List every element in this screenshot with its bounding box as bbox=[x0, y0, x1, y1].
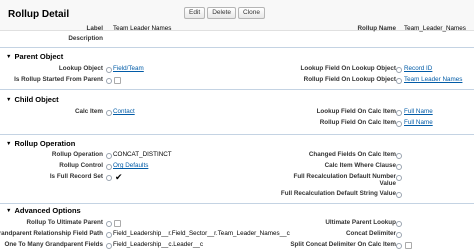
rollup-control-label: Rollup Control bbox=[59, 162, 103, 169]
section-header-child-object[interactable]: ▼ Child Object bbox=[6, 95, 59, 105]
split-concat-delimiter-checkbox bbox=[405, 242, 412, 249]
one-to-many-grandparent-fields-value: Field_Leadership__c.Leader__c bbox=[113, 241, 203, 248]
info-icon[interactable] bbox=[396, 164, 402, 170]
calc-item-label: Calc Item bbox=[75, 108, 103, 115]
rollup-field-on-calc-item-value: Full Name bbox=[404, 118, 433, 128]
field-row-rollup-to-ultimate-parent: Rollup To Ultimate Parent Ultimate Paren… bbox=[0, 218, 474, 228]
description-label: Description bbox=[68, 35, 103, 42]
section-divider bbox=[0, 89, 474, 90]
info-icon[interactable] bbox=[106, 243, 112, 249]
field-row-grandparent-path: Grandparent Relationship Field Path Fiel… bbox=[0, 229, 474, 239]
lookup-field-on-lookup-object-value: Record ID bbox=[404, 64, 432, 74]
field-row-full-recalc-string: Full Recalculation Default String Value bbox=[0, 189, 474, 199]
rollup-field-on-lookup-object-label: Rollup Field On Lookup Object bbox=[303, 76, 396, 83]
rollup-field-on-lookup-object-value: Team Leader Names bbox=[404, 75, 462, 85]
delete-button[interactable]: Delete bbox=[207, 7, 236, 19]
calc-item-value: Contact bbox=[113, 107, 135, 117]
lookup-object-label: Lookup Object bbox=[58, 65, 103, 72]
info-icon[interactable] bbox=[396, 67, 402, 73]
field-row-rollup-control: Rollup Control Org Defaults Calc Item Wh… bbox=[0, 161, 474, 171]
section-header-advanced-options[interactable]: ▼ Advanced Options bbox=[6, 206, 81, 216]
info-icon[interactable] bbox=[396, 232, 402, 238]
section-title: Advanced Options bbox=[14, 206, 81, 215]
rollup-to-ultimate-parent-label: Rollup To Ultimate Parent bbox=[26, 219, 103, 226]
full-name-link[interactable]: Full Name bbox=[404, 119, 433, 126]
info-icon[interactable] bbox=[106, 164, 112, 170]
field-row-one-to-many: One To Many Grandparent Fields Field_Lea… bbox=[0, 240, 474, 250]
info-icon[interactable] bbox=[396, 78, 402, 84]
one-to-many-grandparent-fields-label: One To Many Grandparent Fields bbox=[4, 241, 103, 248]
field-row-rollup-started-from-parent: Is Rollup Started From Parent Rollup Fie… bbox=[0, 75, 474, 85]
rollup-to-ultimate-parent-checkbox bbox=[114, 220, 121, 227]
field-row-label: Label Team Leader Names Rollup Name Team… bbox=[0, 24, 474, 34]
org-defaults-link[interactable]: Org Defaults bbox=[113, 162, 148, 169]
info-icon[interactable] bbox=[396, 243, 402, 249]
rollup-detail-page: Rollup Detail Edit Delete Clone Label Te… bbox=[0, 0, 474, 251]
lookup-object-value: Field/Team bbox=[113, 64, 144, 74]
section-divider bbox=[0, 134, 474, 135]
page-title: Rollup Detail bbox=[8, 9, 70, 20]
triangle-down-icon: ▼ bbox=[6, 97, 12, 103]
triangle-down-icon: ▼ bbox=[6, 141, 12, 147]
info-icon[interactable] bbox=[396, 221, 402, 227]
split-concat-delimiter-label: Split Concat Delimiter On Calc Item bbox=[290, 241, 396, 248]
full-recalc-default-string-label: Full Recalculation Default String Value bbox=[280, 190, 396, 197]
section-divider bbox=[0, 47, 474, 48]
triangle-down-icon: ▼ bbox=[6, 208, 12, 214]
rollup-field-on-calc-item-label: Rollup Field On Calc Item bbox=[319, 119, 396, 126]
section-title: Child Object bbox=[14, 95, 59, 104]
section-header-rollup-operation[interactable]: ▼ Rollup Operation bbox=[6, 139, 75, 149]
is-rollup-started-from-parent-label: Is Rollup Started From Parent bbox=[14, 76, 103, 83]
info-icon[interactable] bbox=[106, 221, 112, 227]
edit-button[interactable]: Edit bbox=[184, 7, 206, 19]
lookup-object-link[interactable]: Field/Team bbox=[113, 65, 144, 72]
ultimate-parent-lookup-label: Ultimate Parent Lookup bbox=[325, 219, 396, 226]
grandparent-relationship-field-path-value: Field_Leadership__r.Field_Sector__r.Team… bbox=[113, 230, 290, 237]
info-icon[interactable] bbox=[106, 232, 112, 238]
changed-fields-label: Changed Fields On Calc Item bbox=[308, 151, 396, 158]
field-row-calc-item: Calc Item Contact Lookup Field On Calc I… bbox=[0, 107, 474, 117]
contact-link[interactable]: Contact bbox=[113, 108, 135, 115]
label-field-value: Team Leader Names bbox=[113, 25, 172, 32]
field-row-full-recalc-number-cont: Value bbox=[0, 179, 474, 189]
info-icon[interactable] bbox=[396, 110, 402, 116]
field-row-rollup-operation: Rollup Operation CONCAT_DISTINCT Changed… bbox=[0, 150, 474, 160]
triangle-down-icon: ▼ bbox=[6, 54, 12, 60]
info-icon[interactable] bbox=[106, 110, 112, 116]
rollup-control-value: Org Defaults bbox=[113, 161, 148, 171]
clone-button[interactable]: Clone bbox=[238, 7, 265, 19]
is-rollup-started-from-parent-checkbox bbox=[114, 77, 121, 84]
rollup-operation-value: CONCAT_DISTINCT bbox=[113, 151, 172, 158]
info-icon[interactable] bbox=[396, 192, 402, 198]
section-title: Rollup Operation bbox=[14, 139, 76, 148]
grandparent-relationship-field-path-label: Grandparent Relationship Field Path bbox=[0, 230, 103, 237]
info-icon[interactable] bbox=[396, 153, 402, 159]
full-recalc-default-number-label-cont: Value bbox=[379, 180, 396, 187]
button-group: Edit Delete Clone bbox=[184, 7, 265, 19]
lookup-field-on-calc-item-label: Lookup Field On Calc Item bbox=[316, 108, 396, 115]
rollup-name-label: Rollup Name bbox=[357, 25, 397, 32]
field-row-description: Description bbox=[0, 34, 474, 44]
info-icon[interactable] bbox=[106, 153, 112, 159]
field-row-lookup-object: Lookup Object Field/Team Lookup Field On… bbox=[0, 64, 474, 74]
section-title: Parent Object bbox=[14, 52, 64, 61]
record-id-link[interactable]: Record ID bbox=[404, 65, 432, 72]
field-row-rollup-field-on-calc-item: Rollup Field On Calc Item Full Name bbox=[0, 118, 474, 128]
section-divider bbox=[0, 203, 474, 204]
section-header-parent-object[interactable]: ▼ Parent Object bbox=[6, 52, 63, 62]
info-icon[interactable] bbox=[106, 78, 112, 84]
team-leader-names-link[interactable]: Team Leader Names bbox=[404, 76, 462, 83]
label-field-label: Label bbox=[86, 25, 103, 32]
calc-item-where-clause-label: Calc Item Where Clause bbox=[324, 162, 396, 169]
full-name-link[interactable]: Full Name bbox=[404, 108, 433, 115]
rollup-name-value: Team_Leader_Names bbox=[404, 25, 466, 32]
concat-delimiter-label: Concat Delimiter bbox=[345, 230, 396, 237]
info-icon[interactable] bbox=[396, 121, 402, 127]
lookup-field-on-lookup-object-label: Lookup Field On Lookup Object bbox=[300, 65, 397, 72]
lookup-field-on-calc-item-value: Full Name bbox=[404, 107, 433, 117]
info-icon[interactable] bbox=[106, 67, 112, 73]
rollup-operation-label: Rollup Operation bbox=[51, 151, 103, 158]
